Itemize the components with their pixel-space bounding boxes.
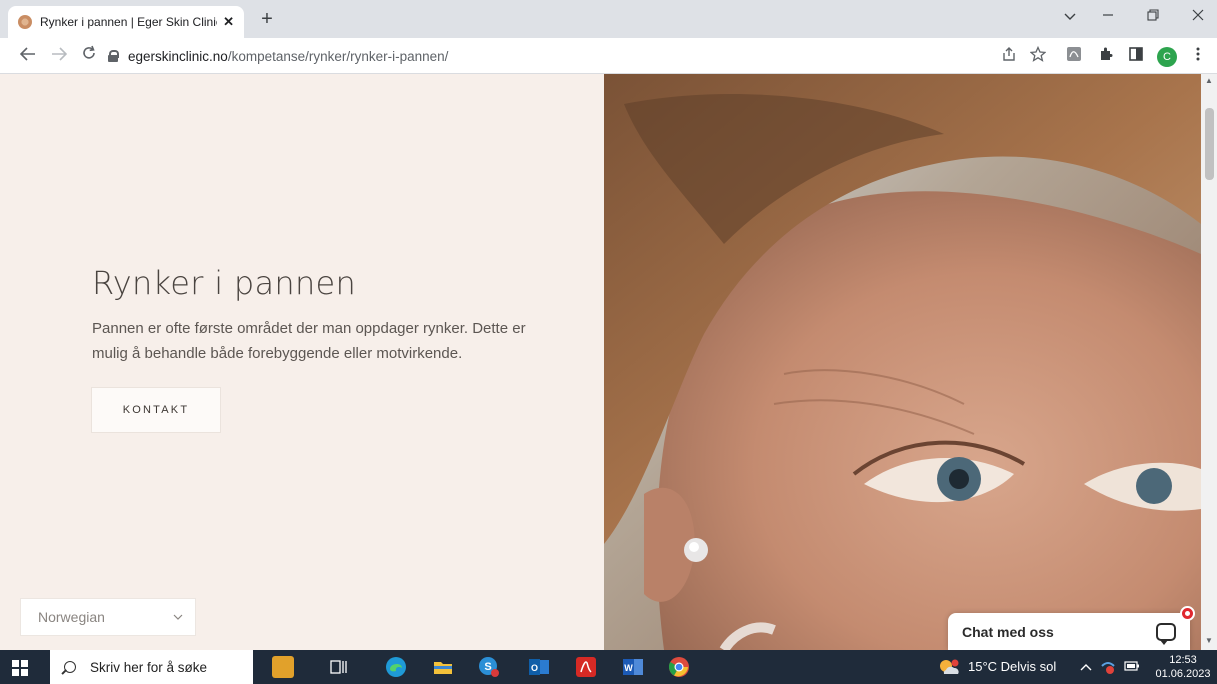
url-path: /kompetanse/rynker/rynker-i-pannen/ [227,48,449,64]
back-arrow-icon[interactable] [17,45,39,67]
tab-strip: Rynker i pannen | Eger Skin Clinic ✕ + [0,0,1217,38]
tab-search-chevron-icon[interactable] [1058,8,1082,24]
show-hidden-icons-chevron-icon[interactable] [1080,660,1092,674]
browser-toolbar: egerskinclinic.no/kompetanse/rynker/rynk… [0,38,1217,74]
chat-notification-badge [1180,606,1195,621]
hero-description: Pannen er ofte første området der man op… [92,320,526,362]
battery-icon[interactable] [1124,660,1140,674]
acrobat-reader-icon[interactable] [575,656,597,678]
hero-photo [604,74,1201,650]
close-tab-icon[interactable]: ✕ [223,14,234,30]
minimize-icon[interactable] [1096,8,1120,24]
clock-date: 01.06.2023 [1155,668,1211,680]
bookmark-star-icon[interactable] [1028,45,1048,66]
menu-kebab-icon[interactable] [1188,46,1208,66]
taskbar-clock[interactable]: 12:53 01.06.2023 [1150,653,1216,681]
chrome-icon[interactable] [668,656,690,678]
svg-text:S: S [484,661,491,673]
search-icon [64,661,76,673]
briefcase-app-icon[interactable] [272,656,294,678]
restore-icon[interactable] [1141,8,1165,24]
skype-icon[interactable]: S [478,656,500,678]
network-status-icon[interactable] [1100,660,1116,677]
close-window-icon[interactable] [1186,8,1210,24]
taskbar-search-box[interactable]: Skriv her for å søke [50,650,253,684]
scrollbar-thumb[interactable] [1205,108,1214,180]
site-favicon-icon [18,15,32,29]
svg-text:O: O [531,663,538,673]
windows-taskbar: Skriv her for å søke S O W 15°C Delvis s… [0,650,1217,684]
chat-bubble-icon [1156,622,1176,645]
share-icon[interactable] [999,46,1019,66]
forward-arrow-icon[interactable] [48,45,70,67]
word-icon[interactable]: W [622,656,644,678]
edge-browser-icon[interactable] [385,656,407,678]
scroll-down-arrow-icon[interactable]: ▼ [1201,636,1217,648]
weather-sun-icon[interactable] [938,658,960,679]
extensions-puzzle-icon[interactable] [1096,46,1116,66]
language-select[interactable]: Norwegian [20,598,196,636]
outlook-icon[interactable]: O [528,656,550,678]
contact-button[interactable]: KONTAKT [91,387,221,433]
lock-icon [108,50,119,62]
weather-text[interactable]: 15°C Delvis sol [968,659,1056,674]
web-page: Rynker i pannen Pannen er ofte første om… [0,74,1217,650]
taskbar-search-placeholder: Skriv her for å søke [90,659,208,675]
language-selected-value: Norwegian [38,609,105,625]
chat-widget[interactable]: Chat med oss [948,613,1190,650]
side-panel-icon[interactable] [1126,46,1146,66]
tab-title: Rynker i pannen | Eger Skin Clinic [40,15,218,29]
page-scrollbar[interactable]: ▲ ▼ [1201,74,1217,650]
svg-text:W: W [624,663,633,673]
woman-portrait-image [604,74,1201,650]
page-title: Rynker i pannen [92,264,357,302]
profile-avatar[interactable]: C [1157,47,1177,67]
new-tab-button[interactable]: + [255,8,279,32]
task-view-icon[interactable] [330,658,352,680]
chevron-down-icon [173,611,183,623]
scroll-up-arrow-icon[interactable]: ▲ [1201,76,1217,88]
file-explorer-icon[interactable] [432,656,454,678]
reload-icon[interactable] [78,45,100,67]
browser-tab[interactable]: Rynker i pannen | Eger Skin Clinic ✕ [8,6,244,38]
pdf-extension-icon[interactable] [1064,46,1084,66]
url-host: egerskinclinic.no [128,48,228,64]
clock-time: 12:53 [1169,654,1197,666]
address-bar[interactable]: egerskinclinic.no/kompetanse/rynker/rynk… [108,43,1148,69]
windows-start-icon[interactable] [12,660,28,676]
hero-text-panel: Rynker i pannen Pannen er ofte første om… [0,74,604,650]
chat-label: Chat med oss [962,623,1054,640]
